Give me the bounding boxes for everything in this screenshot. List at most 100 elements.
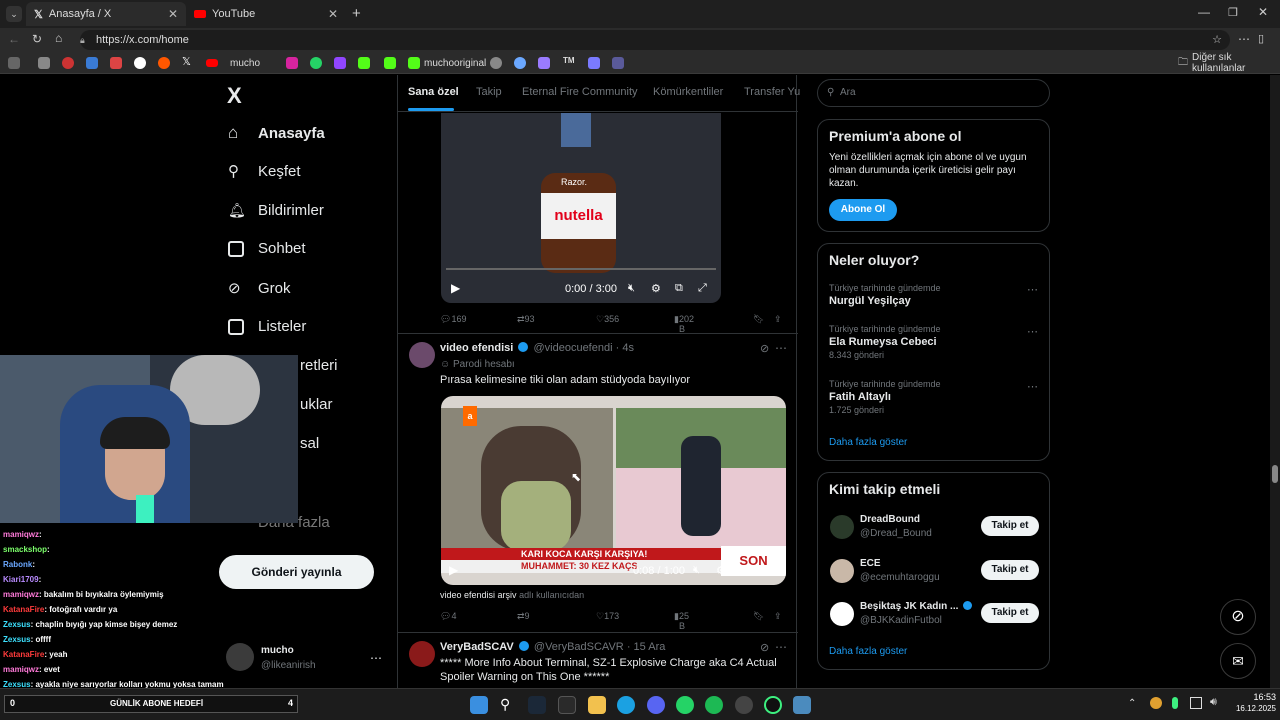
show-more-link[interactable]: Daha fazla göster [829, 646, 907, 657]
other-bookmarks-folder[interactable]: 🗀︎ Diğer sık kullanılanlar [1178, 52, 1280, 74]
maximize-icon[interactable]: ❐ [1228, 6, 1238, 19]
nav-profile[interactable]: sal [300, 435, 319, 452]
nav-communities[interactable]: uklar [300, 396, 333, 413]
bookmark-icon[interactable] [588, 57, 600, 69]
nav-lists[interactable]: Listeler [228, 318, 306, 335]
tab-komurkentliler[interactable]: Kömürkentliler [653, 86, 723, 98]
steam-icon[interactable] [528, 696, 546, 714]
play-icon[interactable]: ▶ [449, 563, 458, 577]
tray-chevron-icon[interactable]: ⌃ [1128, 698, 1136, 709]
edge-icon[interactable] [617, 696, 635, 714]
chat-username[interactable]: Rabonk [3, 560, 32, 569]
nav-explore[interactable]: ⚲ Keşfet [228, 162, 301, 181]
home-button-icon[interactable]: ⌂ [55, 31, 62, 45]
fullscreen-icon[interactable]: ⤢ [761, 564, 770, 577]
avatar[interactable] [226, 643, 254, 671]
trend-item[interactable]: Türkiye tarihinde gündemde Ela Rumeysa C… [829, 324, 1039, 360]
file-explorer-icon[interactable] [588, 696, 606, 714]
whatsapp-icon[interactable] [676, 696, 694, 714]
avatar[interactable] [830, 515, 854, 539]
bookmark-mucho[interactable]: mucho [206, 56, 260, 70]
bookmark-icon[interactable] [62, 57, 74, 69]
nav-grok[interactable]: ⊘ Grok [228, 279, 291, 298]
show-more-link[interactable]: Daha fazla göster [829, 437, 907, 448]
discord-icon[interactable] [647, 696, 665, 714]
bookmark-icon[interactable] [38, 57, 50, 69]
google-bookmark-icon[interactable] [134, 57, 146, 69]
trend-more-icon[interactable]: ⋯ [1027, 283, 1038, 296]
tweet-author-name[interactable]: VeryBadSCAV [440, 641, 514, 653]
chat-username[interactable]: mamiqwz [3, 530, 39, 539]
avatar[interactable] [830, 602, 854, 626]
grok-analyze-icon[interactable]: ⊘ [760, 342, 769, 355]
tweet-more-icon[interactable]: ⋯ [775, 341, 787, 355]
video-progress-bar[interactable] [446, 268, 716, 270]
settings-gear-icon[interactable]: ⚙ [651, 282, 661, 295]
chat-username[interactable]: KatanaFire [3, 605, 44, 614]
nav-messages[interactable]: Sohbet [228, 240, 306, 257]
bookmark-icon[interactable] [490, 57, 502, 69]
kick-bookmark-icon[interactable] [358, 57, 370, 69]
mute-icon[interactable]: 🔇︎ [693, 564, 700, 577]
tab-transfer[interactable]: Transfer Yu [744, 86, 800, 98]
spotify-icon[interactable] [705, 696, 723, 714]
tweet-author-handle[interactable]: @videocuefendi [533, 342, 612, 354]
bookmark-icon[interactable] [612, 57, 624, 69]
whatsapp-bookmark-icon[interactable] [310, 57, 322, 69]
tweet-video[interactable]: a KARI KOCA KARŞI KARŞIYA! MUHAMMET: 30 … [441, 396, 786, 585]
sidebar-toggle-icon[interactable]: ▯ [1258, 32, 1264, 45]
subscribe-button[interactable]: Abone Ol [829, 199, 897, 221]
bookmark-icon[interactable] [8, 57, 20, 69]
follow-name[interactable]: DreadBound [860, 514, 920, 525]
clock-time[interactable]: 16:53 [1248, 692, 1276, 702]
chat-username[interactable]: Kiari1709 [3, 575, 39, 584]
chat-username[interactable]: mamiqwz [3, 590, 39, 599]
scrollbar-thumb[interactable] [1272, 465, 1278, 483]
close-tab-icon[interactable]: ✕ [328, 7, 338, 21]
messages-floating-icon[interactable]: ✉ [1220, 643, 1256, 679]
fullscreen-icon[interactable]: ⤢ [698, 282, 707, 295]
x-logo-icon[interactable]: X [227, 83, 242, 109]
nav-home[interactable]: ⌂ Anasayfa [228, 123, 325, 143]
x-bookmark-icon[interactable]: 𝕏 [182, 55, 191, 68]
bookmark-tm[interactable]: TM [563, 56, 575, 65]
follow-button[interactable]: Takip et [981, 516, 1039, 536]
views-button[interactable]: ▮ 25 B [674, 611, 689, 631]
bookmark-muchooriginal[interactable]: muchooriginal [408, 56, 486, 70]
avatar[interactable] [409, 641, 435, 667]
search-input[interactable]: ⚲ Ara [817, 79, 1050, 107]
obs-icon[interactable] [735, 696, 753, 714]
url-input[interactable]: 🔒︎ https://x.com/home ☆ [80, 30, 1230, 50]
gmail-bookmark-icon[interactable] [110, 57, 122, 69]
app-icon[interactable] [793, 696, 811, 714]
tab-for-you[interactable]: Sana özel [408, 86, 459, 98]
trend-item[interactable]: Türkiye tarihinde gündemde Fatih Altaylı… [829, 379, 1039, 415]
views-button[interactable]: ▮ 202 B [674, 314, 694, 334]
chat-username[interactable]: mamiqwz [3, 665, 39, 674]
trend-item[interactable]: Türkiye tarihinde gündemde Nurgül Yeşilç… [829, 283, 1039, 307]
retweet-button[interactable]: ⇄ 9 [517, 611, 530, 622]
tweet-author-handle[interactable]: @VeryBadSCAVR [534, 641, 624, 653]
pip-icon[interactable]: ⧉ [675, 282, 683, 295]
follow-name[interactable]: ECE [860, 558, 881, 569]
chat-username[interactable]: Zexsus [3, 635, 31, 644]
grok-analyze-icon[interactable]: ⊘ [760, 641, 769, 654]
pip-icon[interactable]: ⧉ [739, 564, 747, 577]
follow-button[interactable]: Takip et [981, 603, 1039, 623]
post-button[interactable]: Gönderi yayınla [219, 555, 374, 589]
tweet-time[interactable]: 4s [622, 342, 634, 354]
chat-username[interactable]: smackshop [3, 545, 47, 554]
task-view-icon[interactable] [558, 696, 576, 714]
reply-button[interactable]: 💬︎ 169 [440, 314, 466, 325]
bookmark-tweet-icon[interactable]: 🔖︎ [753, 314, 764, 325]
new-tab-icon[interactable]: + [352, 5, 361, 22]
start-menu-icon[interactable] [470, 696, 488, 714]
nav-notifications[interactable]: 🔔︎ Bildirimler [228, 202, 324, 219]
like-button[interactable]: ♡ 173 [596, 611, 619, 622]
like-button[interactable]: ♡ 356 [596, 314, 619, 325]
bookmark-icon[interactable] [538, 57, 550, 69]
retweet-button[interactable]: ⇄ 93 [517, 314, 535, 325]
volume-icon[interactable]: 🔊︎ [1210, 696, 1217, 709]
account-more-icon[interactable]: ⋯ [370, 651, 382, 665]
tab-list-button[interactable]: ⌄ [6, 6, 22, 22]
